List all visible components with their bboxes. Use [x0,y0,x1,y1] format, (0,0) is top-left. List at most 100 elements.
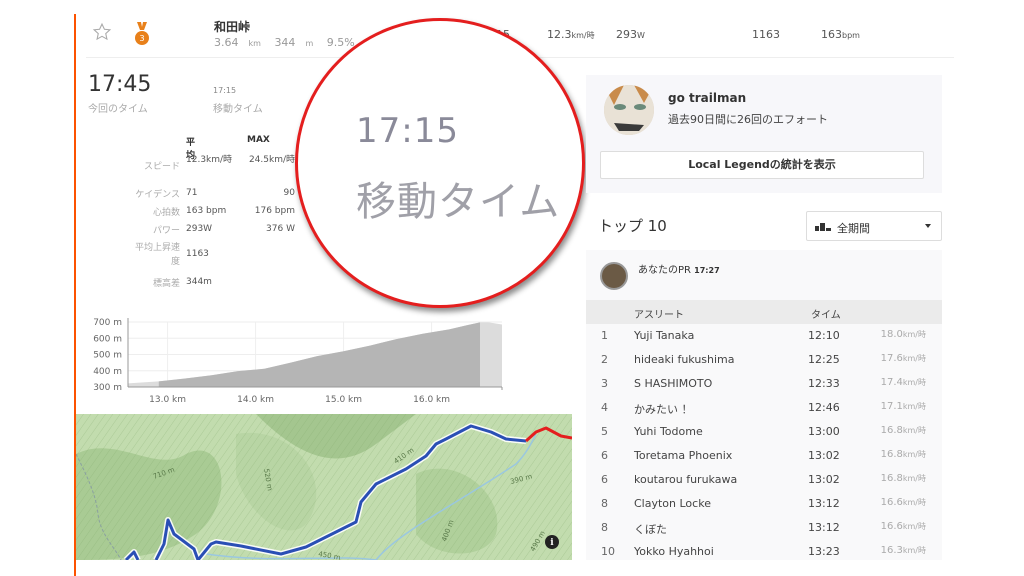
athlete-name[interactable]: Yuhi Todome [634,425,703,438]
speed-value: 17.4 [880,377,903,388]
athlete-name[interactable]: S HASHIMOTO [634,377,712,390]
leaderboard-row[interactable]: 1 Yuji Tanaka 12:10 18.0km/時 [586,324,942,348]
effort-speed: 16.8km/時 [881,473,926,484]
speed-unit: km/時 [902,426,926,435]
rank: 5 [601,425,608,438]
effort-time[interactable]: 13:02 [808,473,840,486]
speed-value: 16.3 [880,545,903,556]
segment-name[interactable]: 和田峠 [214,18,250,35]
legend-name[interactable]: go trailman [668,91,746,105]
speed-unit: km/時 [902,330,926,339]
speed-unit: km/時 [902,522,926,531]
info-icon[interactable]: i [545,535,559,549]
x-tick-label: 15.0 km [325,395,362,405]
medal-icon: 3 [135,22,149,45]
header-max: MAX [247,135,270,145]
effort-speed: 16.3km/時 [881,545,926,556]
leaderboard-row[interactable]: 2 hideaki fukushima 12:25 17.6km/時 [586,348,942,372]
stat-label: 標高差 [152,279,180,289]
elapsed-label: 今回のタイム [88,104,148,115]
rank: 10 [601,545,615,558]
map-canvas[interactable]: 710 m 520 m 410 m 390 m 450 m 400 m 490 … [76,414,572,560]
leaderboard-row[interactable]: 4 かみたい ！ 12:46 17.1km/時 [586,396,942,420]
speed-value: 16.8 [880,449,903,460]
athlete-name[interactable]: くぼた [634,521,667,537]
rank: 6 [601,449,608,462]
leaderboard-row[interactable]: 3 S HASHIMOTO 12:33 17.4km/時 [586,372,942,396]
athlete-name[interactable]: かみたい ！ [634,401,693,417]
effort-time[interactable]: 13:12 [808,521,840,534]
athlete-name[interactable]: Clayton Locke [634,497,711,510]
hr-value: 163 [821,28,842,41]
speed-value: 18.0 [880,329,903,340]
athlete-name[interactable]: Yuji Tanaka [634,329,694,342]
leaderboard-row[interactable]: 8 Clayton Locke 13:12 16.6km/時 [586,492,942,516]
x-tick-label: 16.0 km [413,395,450,405]
effort-time[interactable]: 13:23 [808,545,840,558]
rank: 6 [601,473,608,486]
your-avatar [600,262,628,290]
effort-time[interactable]: 12:33 [808,377,840,390]
leaderboard-row[interactable]: 10 Yokko Hyahhoi 13:23 16.3km/時 [586,540,942,564]
local-legend-stats-button[interactable]: Local Legendの統計を表示 [600,151,924,179]
segment-stats: 3.64 km 344 m 9.5% [214,36,365,49]
effort-speed: 18.0km/時 [881,329,926,340]
period-dropdown[interactable]: 全期間 [806,211,942,241]
magnified-moving-time: 17:15 [356,111,459,151]
elevation-unit: m [305,39,314,48]
legend-avatar[interactable] [604,85,654,135]
bar-chart-icon [815,223,831,231]
svg-text:i: i [550,538,554,548]
speed-value: 17.1 [880,401,903,412]
stat-avg: 71 [186,188,198,198]
leaderboard-title: トップ 10 [598,217,667,235]
x-tick-label: 14.0 km [237,395,274,405]
leaderboard-row[interactable]: 5 Yuhi Todome 13:00 16.8km/時 [586,420,942,444]
speed-unit: km/時 [902,546,926,555]
speed-value: 12.3 [547,28,572,41]
stat-label: 平均上昇速度 [134,243,180,267]
elevation-chart[interactable]: 300 m 400 m 500 m 600 m 700 m 13.0 km 14.0 km 1… [80,312,510,408]
segment-hr: 163bpm [821,28,860,41]
effort-speed: 16.8km/時 [881,425,926,436]
star-icon[interactable] [92,22,112,42]
effort-time[interactable]: 12:10 [808,329,840,342]
stat-avg: 12.3km/時 [186,155,233,165]
effort-time[interactable]: 12:25 [808,353,840,366]
effort-time[interactable]: 12:46 [808,401,840,414]
speed-unit: km/時 [902,402,926,411]
effort-speed: 17.1km/時 [881,401,926,412]
leaderboard-row[interactable]: 8 くぼた 13:12 16.6km/時 [586,516,942,540]
column-time: タイム [811,310,841,321]
y-tick-label: 500 m [93,351,122,361]
medal-rank: 3 [139,34,144,43]
stat-avg: 163 bpm [186,206,227,216]
athlete-name[interactable]: hideaki fukushima [634,353,735,366]
athlete-name[interactable]: koutarou furukawa [634,473,737,486]
speed-unit: km/時 [571,31,595,40]
leaderboard-row[interactable]: 6 koutarou furukawa 13:02 16.8km/時 [586,468,942,492]
leaderboard-row[interactable]: 6 Toretama Phoenix 13:02 16.8km/時 [586,444,942,468]
athlete-name[interactable]: Yokko Hyahhoi [634,545,714,558]
local-legend-card: go trailman 過去90日間に26回のエフォート Local Legen… [586,75,942,193]
speed-value: 16.8 [880,425,903,436]
moving-time: 17:15 [213,86,237,95]
rank: 1 [601,329,608,342]
magnified-moving-label: 移動タイム [356,179,561,225]
effort-speed: 16.6km/時 [881,497,926,508]
effort-time[interactable]: 13:02 [808,449,840,462]
speed-unit: km/時 [902,474,926,483]
your-pr-label: あなたのPR [638,265,691,276]
athlete-name[interactable]: Toretama Phoenix [634,449,732,462]
y-tick-label: 400 m [93,367,122,377]
effort-time[interactable]: 13:12 [808,497,840,510]
stat-label: ケイデンス [135,190,180,200]
your-pr-row[interactable]: あなたのPR 17:27 [586,250,942,300]
y-tick-label: 700 m [93,318,122,328]
segment-map[interactable]: 710 m 520 m 410 m 390 m 450 m 400 m 490 … [76,414,572,560]
rank: 8 [601,521,608,534]
effort-time[interactable]: 13:00 [808,425,840,438]
segment-elevation: 344 [274,36,296,49]
speed-unit: km/時 [902,354,926,363]
stat-avg: 1163 [186,249,209,259]
